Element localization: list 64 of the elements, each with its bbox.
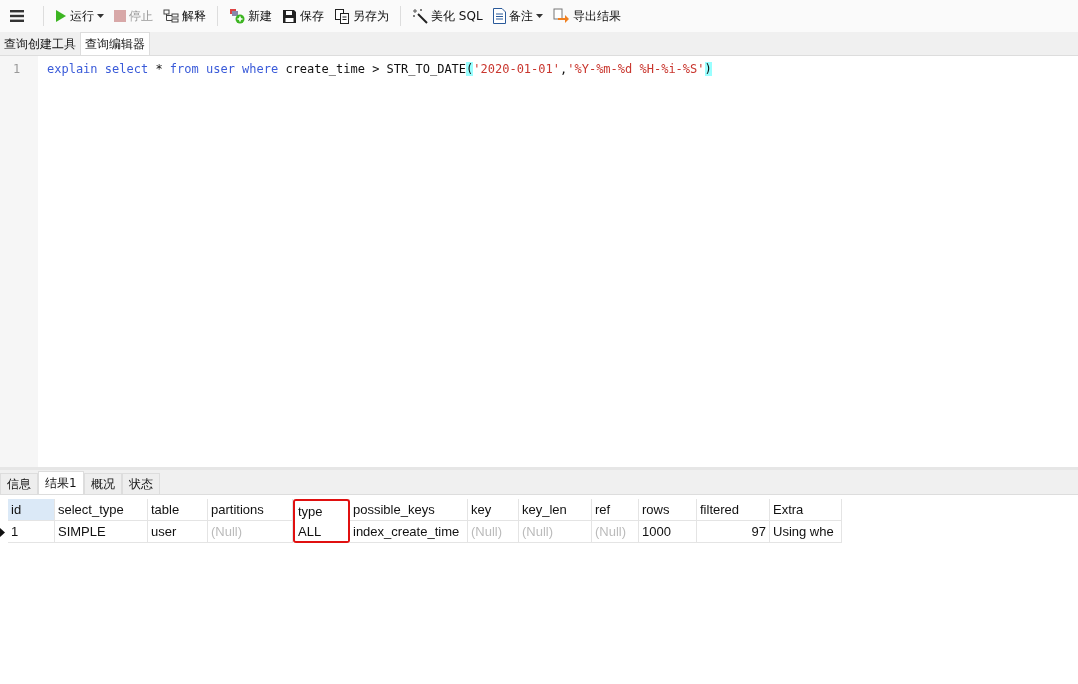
toolbar-button[interactable]: 导出结果	[548, 5, 625, 27]
column-header[interactable]: key	[468, 499, 519, 521]
code-token: create_time	[285, 62, 365, 76]
toolbar-button[interactable]: 美化 SQL	[408, 5, 487, 27]
copy-document-icon	[334, 8, 350, 24]
table-cell: (Null)	[208, 521, 293, 543]
toolbar-button[interactable]: 备注	[488, 5, 547, 27]
column-header[interactable]: rows	[639, 499, 697, 521]
table-cell: (Null)	[519, 521, 592, 543]
toolbar-button[interactable]: 保存	[278, 5, 328, 27]
result-tab[interactable]: 信息	[0, 473, 38, 494]
column-header[interactable]: partitions	[208, 499, 293, 521]
code-token: user	[205, 62, 235, 76]
result-tab[interactable]: 概况	[83, 473, 122, 494]
result-tab[interactable]: 状态	[121, 473, 160, 494]
table-cell: ALL	[293, 521, 350, 543]
table-cell: user	[148, 521, 208, 543]
table-cell: 97	[697, 521, 770, 543]
column-header[interactable]: type	[293, 499, 350, 521]
table-cell: 1	[8, 521, 55, 543]
table-cell: index_create_time	[350, 521, 468, 543]
toolbar-button[interactable]: 运行	[51, 5, 108, 27]
toolbar-button[interactable]: 新建	[225, 5, 276, 27]
table-cell: 1000	[639, 521, 697, 543]
line-number: 1	[12, 62, 22, 76]
code-token: >	[372, 62, 380, 76]
code-token: '2020-01-01'	[473, 62, 560, 76]
toolbar-button[interactable]: 解释	[159, 5, 210, 27]
code-token: *	[155, 62, 163, 76]
table-cell: (Null)	[468, 521, 519, 543]
caret-icon[interactable]	[535, 14, 543, 18]
column-header[interactable]: key_len	[519, 499, 592, 521]
document-icon	[492, 8, 506, 24]
code-token: ,	[560, 62, 568, 76]
column-header[interactable]: ref	[592, 499, 639, 521]
table-cell: (Null)	[592, 521, 639, 543]
table-cell: Using whe	[770, 521, 842, 543]
tree-icon	[163, 9, 179, 23]
column-header[interactable]: Extra	[770, 499, 842, 521]
magic-wand-icon	[412, 8, 428, 24]
column-header[interactable]: select_type	[55, 499, 148, 521]
toolbar-button[interactable]: 另存为	[330, 5, 393, 27]
editor-tab[interactable]: 查询创建工具	[0, 34, 80, 55]
editor-tab[interactable]: 查询编辑器	[80, 32, 150, 55]
column-header[interactable]: table	[148, 499, 208, 521]
export-icon	[552, 8, 570, 24]
code-token: (	[466, 62, 474, 76]
caret-icon[interactable]	[97, 14, 104, 18]
new-query-icon	[229, 8, 245, 24]
code-token: from	[169, 62, 199, 76]
play-icon	[55, 9, 67, 23]
column-header[interactable]: id	[8, 499, 55, 521]
code-token: )	[704, 62, 712, 76]
result-tab[interactable]: 结果1	[38, 471, 84, 494]
code-token: select	[104, 62, 149, 76]
stop-icon	[114, 10, 126, 22]
menu-icon[interactable]	[10, 10, 24, 22]
column-header[interactable]: possible_keys	[350, 499, 468, 521]
code-token: STR_TO_DATE	[386, 62, 467, 76]
code-token: explain	[47, 62, 98, 76]
code-token: where	[242, 62, 279, 76]
code-token: '%Y-%m-%d %H-%i-%S'	[567, 62, 705, 76]
column-header[interactable]: filtered	[697, 499, 770, 521]
table-cell: SIMPLE	[55, 521, 148, 543]
